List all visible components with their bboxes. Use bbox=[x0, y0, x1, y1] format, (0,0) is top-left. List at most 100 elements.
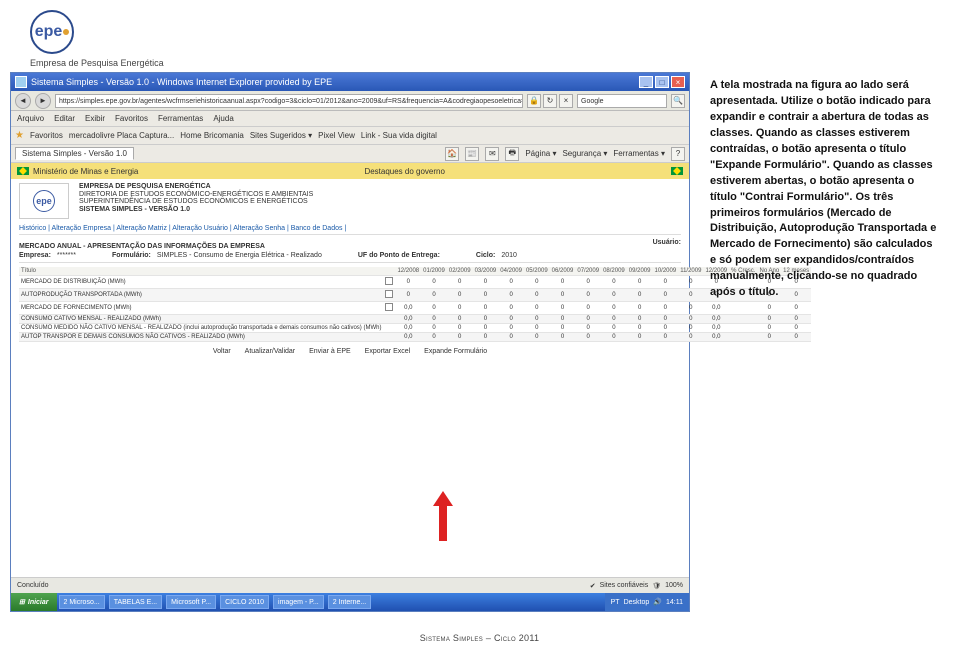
tab-active[interactable]: Sistema Simples - Versão 1.0 bbox=[15, 147, 134, 160]
data-cell: 0 bbox=[575, 324, 601, 333]
fav-link-4[interactable]: Pixel View bbox=[318, 131, 355, 140]
data-cell: 0 bbox=[575, 302, 601, 315]
security-zone-icon: ✔ bbox=[590, 582, 596, 590]
refresh-button[interactable]: ↻ bbox=[543, 94, 557, 108]
data-cell: 0 bbox=[601, 302, 627, 315]
epe-small-logo: epe bbox=[19, 183, 69, 219]
start-label: Iniciar bbox=[28, 599, 49, 606]
minimize-button[interactable]: _ bbox=[639, 76, 653, 88]
data-cell: 0 bbox=[627, 315, 653, 324]
data-cell: 0 bbox=[781, 315, 811, 324]
data-cell: 0,0 bbox=[395, 315, 421, 324]
data-cell: 0 bbox=[575, 289, 601, 302]
expand-checkbox[interactable] bbox=[385, 277, 393, 285]
nav-links-text[interactable]: Histórico | Alteração Empresa | Alteraçã… bbox=[19, 225, 346, 232]
desktop-label[interactable]: Desktop bbox=[624, 599, 650, 606]
data-cell: 0 bbox=[473, 324, 499, 333]
page-nav-links[interactable]: Histórico | Alteração Empresa | Alteraçã… bbox=[19, 223, 681, 235]
data-cell: 0,0 bbox=[703, 333, 729, 342]
feed-icon[interactable]: 📰 bbox=[465, 147, 479, 161]
voltar-button[interactable]: Voltar bbox=[213, 348, 231, 355]
header-line4: SISTEMA SIMPLES - VERSÃO 1.0 bbox=[79, 206, 190, 213]
help-icon[interactable]: ? bbox=[671, 147, 685, 161]
data-cell: 0,0 bbox=[395, 333, 421, 342]
gov-bar: Ministério de Minas e Energia Destaques … bbox=[11, 163, 689, 179]
table-row: AUTOPRODUÇÃO TRANSPORTADA (MWh)000000000… bbox=[19, 289, 811, 302]
data-cell: 0 bbox=[550, 315, 576, 324]
epe-logo: epe Empresa de Pesquisa Energética bbox=[30, 10, 164, 68]
form-info-line: Empresa: ******* Formulário: SIMPLES - C… bbox=[19, 252, 681, 263]
data-cell: 0 bbox=[498, 315, 524, 324]
zoom-label[interactable]: 100% bbox=[665, 582, 683, 589]
data-cell: 0 bbox=[652, 302, 678, 315]
data-cell bbox=[729, 324, 757, 333]
page-menu[interactable]: Página ▾ bbox=[525, 149, 556, 158]
print-button[interactable]: 🖶 bbox=[505, 147, 519, 161]
data-cell: 0 bbox=[473, 289, 499, 302]
close-button[interactable]: × bbox=[671, 76, 685, 88]
menu-ferramentas[interactable]: Ferramentas bbox=[158, 114, 203, 123]
task-item-2[interactable]: TABELAS E... bbox=[109, 595, 162, 609]
home-button[interactable]: 🏠 bbox=[445, 147, 459, 161]
menu-arquivo[interactable]: Arquivo bbox=[17, 114, 44, 123]
task-item-6[interactable]: 2 Interne... bbox=[328, 595, 371, 609]
window-titlebar: Sistema Simples - Versão 1.0 - Windows I… bbox=[11, 73, 689, 91]
start-button[interactable]: ⊞ Iniciar bbox=[11, 593, 57, 611]
tray-icon[interactable]: 🔊 bbox=[653, 598, 662, 606]
fav-link-5[interactable]: Link - Sua vida digital bbox=[361, 131, 437, 140]
favorites-bar: ★ Favoritos mercadolivre Placa Captura..… bbox=[11, 127, 689, 145]
data-cell: 0 bbox=[678, 276, 703, 289]
lang-indicator[interactable]: PT bbox=[611, 599, 620, 606]
back-button[interactable]: ◄ bbox=[15, 93, 31, 109]
fav-link-2[interactable]: Home Bricomania bbox=[180, 131, 244, 140]
table-col-header: 06/2009 bbox=[550, 267, 576, 276]
menu-exibir[interactable]: Exibir bbox=[85, 114, 105, 123]
exportar-button[interactable]: Exportar Excel bbox=[365, 348, 411, 355]
ciclo-label: Ciclo: bbox=[476, 252, 495, 259]
search-input[interactable]: Google bbox=[577, 94, 667, 108]
stop-button[interactable]: × bbox=[559, 94, 573, 108]
security-menu[interactable]: Segurança ▾ bbox=[562, 149, 607, 158]
empresa-label: Empresa: bbox=[19, 252, 51, 259]
menu-favoritos[interactable]: Favoritos bbox=[115, 114, 148, 123]
search-button[interactable]: 🔍 bbox=[671, 94, 685, 108]
data-cell: 0 bbox=[678, 324, 703, 333]
data-cell: 0 bbox=[421, 315, 447, 324]
data-cell: 0 bbox=[550, 324, 576, 333]
expand-checkbox[interactable] bbox=[385, 290, 393, 298]
data-cell: 0 bbox=[421, 289, 447, 302]
data-cell: 0 bbox=[781, 333, 811, 342]
data-cell: 0 bbox=[421, 276, 447, 289]
task-item-3[interactable]: Microsoft P... bbox=[166, 595, 216, 609]
epe-logo-caption: Empresa de Pesquisa Energética bbox=[30, 58, 164, 68]
mail-icon[interactable]: ✉ bbox=[485, 147, 499, 161]
forward-button[interactable]: ► bbox=[35, 93, 51, 109]
maximize-button[interactable]: □ bbox=[655, 76, 669, 88]
data-cell: 0 bbox=[395, 289, 421, 302]
enviar-button[interactable]: Enviar à EPE bbox=[309, 348, 351, 355]
task-item-5[interactable]: imagem - P... bbox=[273, 595, 324, 609]
star-icon[interactable]: ★ bbox=[15, 130, 24, 141]
data-cell: 0 bbox=[678, 289, 703, 302]
fav-link-3[interactable]: Sites Sugeridos ▾ bbox=[250, 131, 312, 140]
menu-ajuda[interactable]: Ajuda bbox=[213, 114, 233, 123]
expande-button[interactable]: Expande Formulário bbox=[424, 348, 487, 355]
url-input[interactable]: https://simples.epe.gov.br/agentes/wcfrm… bbox=[55, 94, 523, 108]
data-cell: 0 bbox=[473, 333, 499, 342]
table-col-header: 11/2009 bbox=[678, 267, 703, 276]
data-cell: 0 bbox=[627, 289, 653, 302]
favorites-label[interactable]: Favoritos bbox=[30, 131, 63, 140]
menu-editar[interactable]: Editar bbox=[54, 114, 75, 123]
atualizar-button[interactable]: Atualizar/Validar bbox=[245, 348, 295, 355]
expand-checkbox[interactable] bbox=[385, 303, 393, 311]
table-row: CONSUMO CATIVO MENSAL - REALIZADO (MWh)0… bbox=[19, 315, 811, 324]
destaques-dropdown[interactable]: Destaques do governo bbox=[364, 167, 445, 176]
task-item-1[interactable]: 2 Microso... bbox=[59, 595, 105, 609]
clock[interactable]: 14:11 bbox=[666, 599, 683, 606]
data-cell: 0 bbox=[652, 315, 678, 324]
data-cell: 0 bbox=[652, 289, 678, 302]
task-item-4[interactable]: CICLO 2010 bbox=[220, 595, 269, 609]
fav-link-1[interactable]: mercadolivre Placa Captura... bbox=[69, 131, 174, 140]
data-cell: 0 bbox=[524, 315, 550, 324]
tools-menu[interactable]: Ferramentas ▾ bbox=[613, 149, 665, 158]
